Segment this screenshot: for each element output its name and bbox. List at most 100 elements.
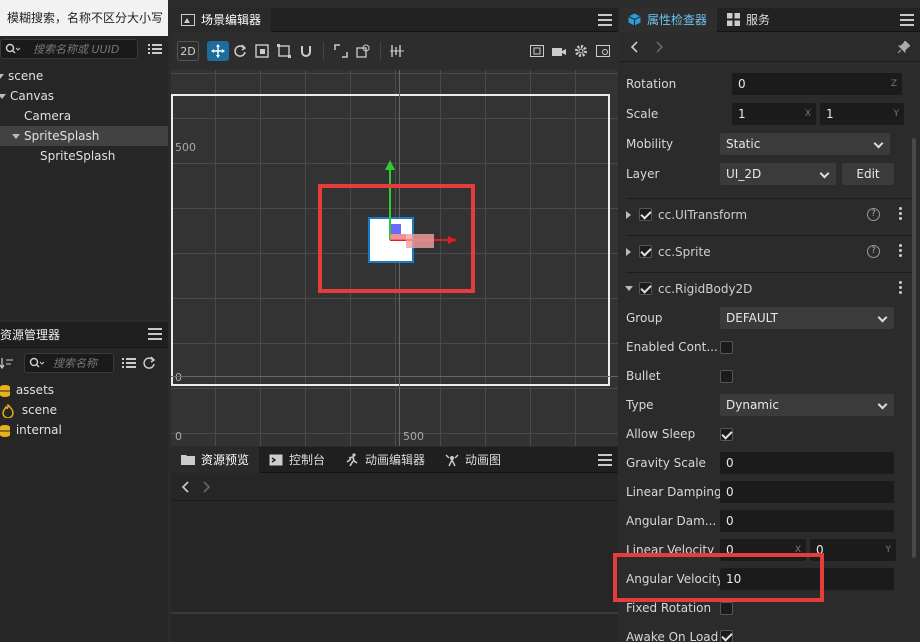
camera-button[interactable] xyxy=(548,41,570,61)
image-button[interactable] xyxy=(592,41,614,61)
expand-icon[interactable] xyxy=(0,94,6,99)
back-arrow-icon[interactable] xyxy=(630,40,640,53)
bottom-menu-icon[interactable] xyxy=(598,454,612,466)
scene-viewport[interactable]: 500 0 0 500 xyxy=(171,70,618,446)
expand-icon[interactable] xyxy=(0,74,4,79)
component-rigidbody2d[interactable]: cc.RigidBody2D xyxy=(625,272,912,304)
tree-item-spritesplash-child[interactable]: SpriteSplash xyxy=(0,146,168,166)
awake-on-load-checkbox[interactable] xyxy=(720,630,733,642)
tree-item-label: SpriteSplash xyxy=(40,149,116,163)
tab-label: 服务 xyxy=(746,13,771,27)
component-uitransform[interactable]: cc.UITransform ? xyxy=(626,198,912,230)
allow-sleep-checkbox[interactable] xyxy=(720,427,733,441)
back-arrow-icon[interactable] xyxy=(181,480,191,493)
more-icon[interactable] xyxy=(899,281,902,296)
assets-title: 资源管理器 xyxy=(0,328,61,342)
chevron-down-icon xyxy=(819,168,830,179)
tab-console[interactable]: 控制台 xyxy=(259,447,335,473)
component-enable-checkbox[interactable] xyxy=(639,282,652,295)
type-select[interactable]: Dynamic xyxy=(720,394,894,416)
tree-item-label: SpriteSplash xyxy=(24,129,100,143)
rotation-input[interactable]: 0Z xyxy=(732,73,902,95)
bullet-label: Bullet xyxy=(626,369,661,383)
asset-item-internal[interactable]: internal xyxy=(0,420,168,440)
bottom-scroll-bar[interactable] xyxy=(171,612,618,614)
magnet-tool-button[interactable] xyxy=(295,41,317,61)
expand-icon[interactable] xyxy=(626,210,631,219)
coord-tool-button[interactable] xyxy=(352,41,374,61)
help-icon[interactable]: ? xyxy=(867,245,880,258)
label-x500: 500 xyxy=(403,430,424,443)
bullet-checkbox[interactable] xyxy=(720,369,733,383)
rect-tool-button[interactable] xyxy=(273,41,295,61)
tab-services[interactable]: 服务 xyxy=(717,7,780,33)
settings-button[interactable] xyxy=(570,41,592,61)
scene-menu-icon[interactable] xyxy=(598,14,612,26)
tree-item-camera[interactable]: Camera xyxy=(0,106,168,126)
fixed-rotation-checkbox[interactable] xyxy=(720,601,733,615)
forward-arrow-icon[interactable] xyxy=(654,40,664,53)
tab-scene-editor[interactable]: 场景编辑器 xyxy=(171,7,272,32)
inspector-panel: 属性检查器 服务 Rotation 0Z Scale 1X 1Y Mobilit… xyxy=(613,7,920,642)
expand-icon[interactable] xyxy=(625,286,633,291)
running-icon xyxy=(346,452,358,466)
group-select[interactable]: DEFAULT xyxy=(720,307,894,329)
asset-item-assets[interactable]: assets xyxy=(0,380,168,400)
row-linear-damping: Linear Damping 0 xyxy=(626,479,912,505)
tab-animation-graph[interactable]: 动画图 xyxy=(435,447,511,473)
inspector-scroll[interactable] xyxy=(912,138,916,558)
row-mobility: Mobility Static xyxy=(626,131,912,157)
refresh-icon[interactable] xyxy=(142,356,156,370)
linear-damping-input[interactable]: 0 xyxy=(720,481,894,503)
gravity-scale-input[interactable]: 0 xyxy=(720,452,894,474)
scene-editor-title: 场景编辑器 xyxy=(201,13,262,27)
scale-tool-button[interactable] xyxy=(251,41,273,61)
mobility-select[interactable]: Static xyxy=(720,133,890,155)
row-bullet: Bullet xyxy=(626,363,912,389)
pivot-tool-button[interactable] xyxy=(330,41,352,61)
gear-icon xyxy=(575,45,587,57)
forward-arrow-icon[interactable] xyxy=(201,480,211,493)
layer-select[interactable]: UI_2D xyxy=(720,163,836,185)
asset-item-scene[interactable]: scene xyxy=(0,400,168,420)
angular-damping-input[interactable]: 0 xyxy=(720,510,894,532)
group-label: Group xyxy=(626,311,663,325)
expand-icon[interactable] xyxy=(12,134,20,139)
enabled-contact-checkbox[interactable] xyxy=(720,340,733,354)
component-enable-checkbox[interactable] xyxy=(639,208,652,221)
tab-asset-preview[interactable]: 资源预览 xyxy=(171,446,260,473)
tab-inspector[interactable]: 属性检查器 xyxy=(620,7,718,32)
component-sprite[interactable]: cc.Sprite ? xyxy=(626,235,912,267)
assets-search-input[interactable]: 搜索名称 xyxy=(24,353,114,373)
awake-on-load-label: Awake On Load xyxy=(626,630,719,642)
help-icon[interactable]: ? xyxy=(867,208,880,221)
editor-window: 模糊搜索，名称不区分大小写 搜索名称或 UUID scene Canvas Ca… xyxy=(0,0,920,642)
mode-2d-button[interactable]: 2D xyxy=(177,41,199,61)
move-tool-button[interactable] xyxy=(207,41,229,61)
align-tool-button[interactable] xyxy=(387,41,409,61)
more-icon[interactable] xyxy=(899,244,902,259)
frame-button[interactable] xyxy=(526,41,548,61)
list-view-icon[interactable] xyxy=(122,357,136,369)
pivot-icon xyxy=(334,44,348,58)
tree-item-spritesplash[interactable]: SpriteSplash xyxy=(0,126,168,146)
sort-icon[interactable] xyxy=(0,357,14,369)
move-icon xyxy=(211,44,225,58)
pin-icon[interactable] xyxy=(898,40,910,53)
hierarchy-search-input[interactable]: 搜索名称或 UUID xyxy=(0,39,138,59)
component-enable-checkbox[interactable] xyxy=(639,245,652,258)
scale-y-input[interactable]: 1Y xyxy=(820,103,904,125)
more-icon[interactable] xyxy=(899,207,902,222)
expand-icon[interactable] xyxy=(626,247,631,256)
tab-animation-editor[interactable]: 动画编辑器 xyxy=(335,447,435,473)
layer-edit-button[interactable]: Edit xyxy=(842,163,894,185)
list-view-icon[interactable] xyxy=(148,43,162,55)
scale-x-input[interactable]: 1X xyxy=(732,103,816,125)
row-type: Type Dynamic xyxy=(626,392,912,418)
tree-item-canvas[interactable]: Canvas xyxy=(0,86,168,106)
assets-menu-icon[interactable] xyxy=(148,328,162,340)
row-group: Group DEFAULT xyxy=(626,305,912,331)
rotate-tool-button[interactable] xyxy=(229,41,251,61)
tree-item-scene[interactable]: scene xyxy=(0,66,168,86)
inspector-menu-icon[interactable] xyxy=(900,14,914,26)
